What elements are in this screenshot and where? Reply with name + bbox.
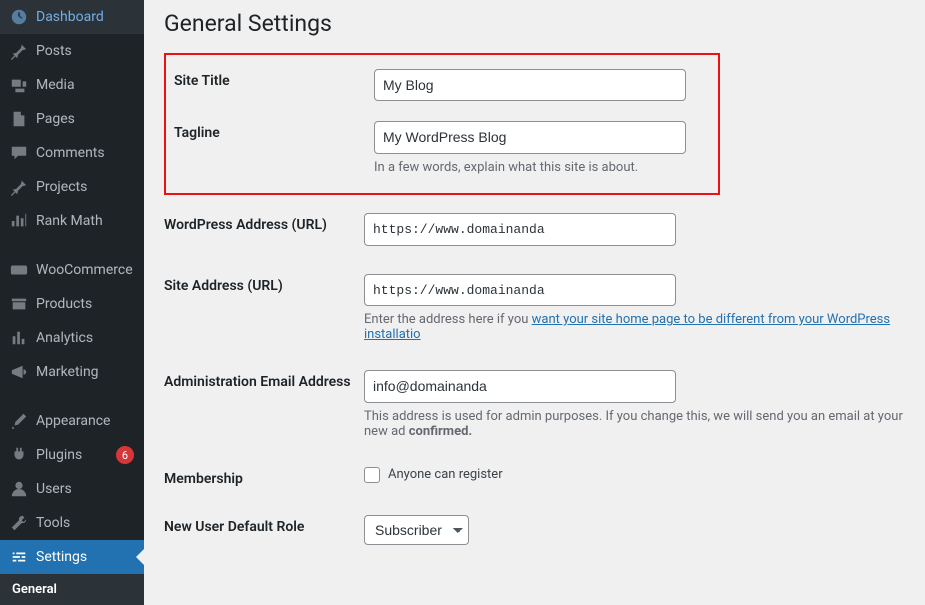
label-membership: Membership	[164, 467, 364, 487]
archive-icon	[10, 295, 28, 313]
default-role-select[interactable]: Subscriber	[364, 515, 469, 545]
chart-icon	[10, 212, 28, 230]
sidebar-item-plugins[interactable]: Plugins 6	[0, 438, 144, 472]
main-content: General Settings Site Title Tagline In a…	[144, 0, 925, 565]
form-row-site-language: Site Language⇄ English (United States)	[164, 559, 905, 565]
sidebar-item-analytics[interactable]: Analytics	[0, 321, 144, 355]
sidebar-item-label: Analytics	[36, 330, 134, 346]
highlighted-section: Site Title Tagline In a few words, expla…	[164, 53, 720, 195]
label-tagline: Tagline	[174, 121, 374, 141]
pin-icon	[10, 42, 28, 60]
sidebar-separator	[0, 394, 144, 399]
sidebar-item-media[interactable]: Media	[0, 68, 144, 102]
wp-address-input[interactable]: https://www.domainanda	[364, 213, 676, 246]
plug-icon	[10, 446, 28, 464]
sidebar-item-label: Appearance	[36, 413, 134, 429]
form-row-site-title: Site Title	[174, 59, 710, 111]
sidebar-item-projects[interactable]: Projects	[0, 170, 144, 204]
page-icon	[10, 110, 28, 128]
admin-sidebar: Dashboard Posts Media Pages Comments Pro…	[0, 0, 144, 565]
media-icon	[10, 76, 28, 94]
sidebar-item-products[interactable]: Products	[0, 287, 144, 321]
sidebar-submenu-general[interactable]: General	[0, 574, 144, 605]
sidebar-item-appearance[interactable]: Appearance	[0, 404, 144, 438]
sidebar-item-label: WooCommerce	[36, 262, 134, 278]
form-row-wp-address: WordPress Address (URL) https://www.doma…	[164, 199, 905, 260]
form-row-tagline: Tagline In a few words, explain what thi…	[174, 111, 710, 184]
sidebar-item-label: Media	[36, 77, 134, 93]
site-address-input[interactable]: https://www.domainanda	[364, 274, 676, 307]
label-site-address: Site Address (URL)	[164, 274, 364, 294]
sidebar-item-label: Pages	[36, 111, 134, 127]
megaphone-icon	[10, 363, 28, 381]
user-icon	[10, 480, 28, 498]
dashboard-icon	[10, 8, 28, 26]
sidebar-item-label: Settings	[36, 549, 134, 565]
sidebar-item-settings[interactable]: Settings	[0, 540, 144, 574]
sidebar-item-label: Rank Math	[36, 213, 134, 229]
page-title: General Settings	[164, 8, 905, 39]
sidebar-item-comments[interactable]: Comments	[0, 136, 144, 170]
site-title-input[interactable]	[374, 69, 686, 101]
woo-icon	[10, 261, 28, 279]
form-row-admin-email: Administration Email Address This addres…	[164, 356, 905, 452]
sidebar-item-label: Plugins	[36, 447, 108, 463]
sidebar-item-pages[interactable]: Pages	[0, 102, 144, 136]
sidebar-item-label: Comments	[36, 145, 134, 161]
wrench-icon	[10, 514, 28, 532]
label-default-role: New User Default Role	[164, 515, 364, 535]
sidebar-item-label: Projects	[36, 179, 134, 195]
sidebar-item-users[interactable]: Users	[0, 472, 144, 506]
label-admin-email: Administration Email Address	[164, 370, 364, 390]
sidebar-item-woocommerce[interactable]: WooCommerce	[0, 253, 144, 287]
admin-email-description: This address is used for admin purposes.…	[364, 409, 905, 439]
sliders-icon	[10, 548, 28, 566]
tagline-input[interactable]	[374, 121, 686, 153]
pin-icon	[10, 178, 28, 196]
membership-checkbox-text: Anyone can register	[388, 467, 503, 482]
label-wp-address: WordPress Address (URL)	[164, 213, 364, 233]
sidebar-item-tools[interactable]: Tools	[0, 506, 144, 540]
sidebar-separator	[0, 243, 144, 248]
membership-checkbox[interactable]	[364, 467, 380, 483]
bars-icon	[10, 329, 28, 347]
plugins-update-badge: 6	[116, 446, 134, 464]
comment-icon	[10, 144, 28, 162]
sidebar-item-label: Tools	[36, 515, 134, 531]
sidebar-item-posts[interactable]: Posts	[0, 34, 144, 68]
form-row-site-address: Site Address (URL) https://www.domainand…	[164, 260, 905, 357]
form-row-membership: Membership Anyone can register	[164, 453, 905, 501]
brush-icon	[10, 412, 28, 430]
sidebar-item-label: Marketing	[36, 364, 134, 380]
label-site-title: Site Title	[174, 69, 374, 89]
tagline-description: In a few words, explain what this site i…	[374, 160, 710, 175]
site-address-description: Enter the address here if you want your …	[364, 312, 905, 342]
admin-email-input[interactable]	[364, 370, 676, 402]
sidebar-item-rankmath[interactable]: Rank Math	[0, 204, 144, 238]
membership-checkbox-label[interactable]: Anyone can register	[364, 467, 905, 483]
sidebar-item-label: Users	[36, 481, 134, 497]
sidebar-item-marketing[interactable]: Marketing	[0, 355, 144, 389]
sidebar-item-label: Posts	[36, 43, 134, 59]
sidebar-item-label: Dashboard	[36, 9, 134, 25]
sidebar-item-dashboard[interactable]: Dashboard	[0, 0, 144, 34]
form-row-default-role: New User Default Role Subscriber	[164, 501, 905, 559]
sidebar-item-label: Products	[36, 296, 134, 312]
